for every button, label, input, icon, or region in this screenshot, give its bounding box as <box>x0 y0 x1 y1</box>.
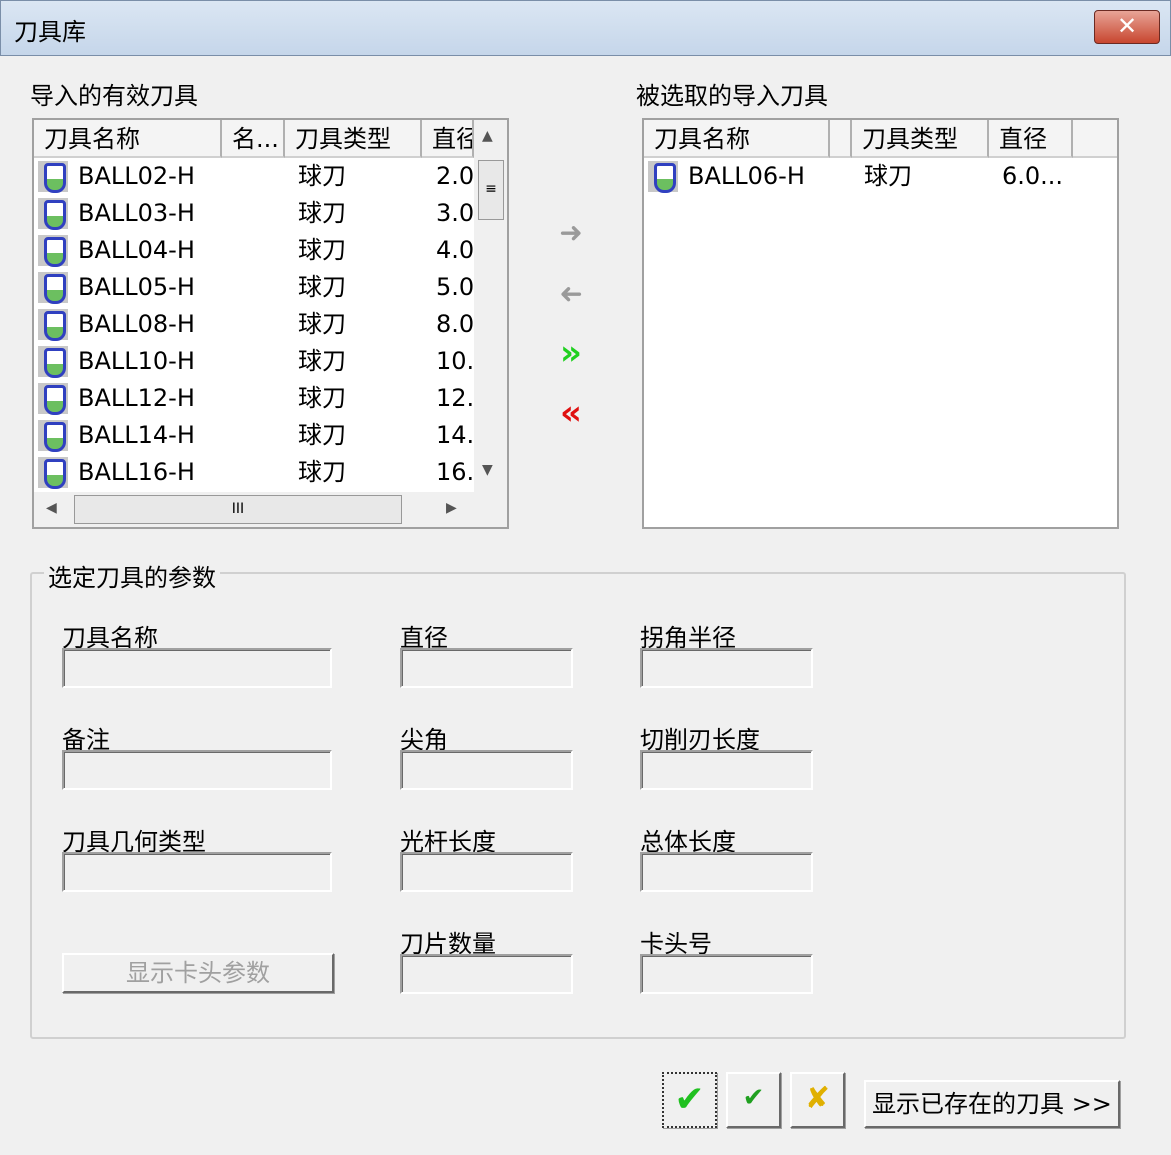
flute-count-field[interactable] <box>400 954 573 994</box>
cut-length-field[interactable] <box>640 750 813 790</box>
list-item[interactable]: BALL08-H 球刀 8.0 <box>34 306 474 343</box>
tool-diameter: 4.0 <box>436 236 475 264</box>
col-header-name[interactable]: 刀具名称 <box>644 120 830 158</box>
tool-name: BALL08-H <box>78 310 195 338</box>
tool-diameter: 6.0... <box>1002 162 1064 190</box>
col-header-name[interactable]: 刀具名称 <box>34 120 222 158</box>
list-item[interactable]: BALL16-H 球刀 16. <box>34 454 474 491</box>
scroll-thumb[interactable]: ≡ <box>478 160 504 220</box>
tool-type: 球刀 <box>298 458 346 486</box>
ball-tool-icon <box>38 272 68 304</box>
add-all-icon[interactable]: » <box>551 333 591 373</box>
apply-button[interactable]: ✔ <box>726 1072 781 1128</box>
tool-diameter: 5.0 <box>436 273 475 301</box>
ball-tool-icon <box>38 235 68 267</box>
ball-tool-icon <box>38 346 68 378</box>
list-item[interactable]: BALL14-H 球刀 14. <box>34 417 474 454</box>
tool-name: BALL03-H <box>78 199 195 227</box>
show-holder-params-button[interactable]: 显示卡头参数 <box>62 953 334 993</box>
list-item[interactable]: BALL03-H 球刀 3.0 <box>34 195 474 232</box>
vertical-scrollbar[interactable]: ▲ ≡ ▼ <box>474 120 507 492</box>
holder-no-field[interactable] <box>640 954 813 994</box>
scroll-down-icon[interactable]: ▼ <box>482 462 493 478</box>
tool-diameter: 16. <box>436 458 475 486</box>
selected-tools-list[interactable]: 刀具名称 刀具类型 直径 BALL06-H 球刀 6.0... <box>642 118 1119 529</box>
title-bar <box>0 0 1171 56</box>
ball-tool-icon <box>38 420 68 452</box>
tool-type: 球刀 <box>298 199 346 227</box>
tool-name: BALL16-H <box>78 458 195 486</box>
tool-type: 球刀 <box>864 162 912 190</box>
remove-all-icon[interactable]: « <box>551 393 591 433</box>
params-title: 选定刀具的参数 <box>44 558 220 593</box>
geometry-type-field[interactable] <box>62 852 332 892</box>
available-tools-list[interactable]: 刀具名称 名... 刀具类型 直径 BALL02-H 球刀 2.0 BALL03… <box>32 118 509 529</box>
tool-diameter: 8.0 <box>436 310 475 338</box>
list-item[interactable]: BALL02-H 球刀 2.0 <box>34 158 474 195</box>
col-header-diameter[interactable]: 直径 <box>989 120 1073 158</box>
tip-angle-field[interactable] <box>400 750 573 790</box>
scroll-right-icon[interactable]: ▶ <box>446 500 457 516</box>
horizontal-scrollbar[interactable]: ◀ III ▶ <box>34 492 507 527</box>
tool-name: BALL12-H <box>78 384 195 412</box>
ball-tool-icon <box>38 161 68 193</box>
check-icon: ✔ <box>674 1079 705 1120</box>
list-item[interactable]: BALL10-H 球刀 10. <box>34 343 474 380</box>
tool-name-field[interactable] <box>62 648 332 688</box>
close-button[interactable]: ✕ <box>1094 10 1160 44</box>
add-arrow-icon[interactable]: ➜ <box>551 216 591 249</box>
tool-type: 球刀 <box>298 347 346 375</box>
window-title: 刀具库 <box>14 18 86 46</box>
tool-diameter: 10. <box>436 347 475 375</box>
show-existing-tools-button[interactable]: 显示已存在的刀具 >> <box>864 1080 1120 1128</box>
corner-radius-field[interactable] <box>640 648 813 688</box>
scroll-left-icon[interactable]: ◀ <box>46 500 57 516</box>
ball-tool-icon <box>648 161 678 193</box>
ball-tool-icon <box>38 383 68 415</box>
tool-name: BALL06-H <box>688 162 805 190</box>
left-panel-title: 导入的有效刀具 <box>30 82 198 110</box>
tool-diameter: 3.0 <box>436 199 475 227</box>
tool-name: BALL10-H <box>78 347 195 375</box>
total-length-field[interactable] <box>640 852 813 892</box>
list-item[interactable]: BALL04-H 球刀 4.0 <box>34 232 474 269</box>
check-swap-icon: ✔ <box>742 1083 765 1113</box>
col-header-note[interactable]: 名... <box>222 120 285 158</box>
tool-type: 球刀 <box>298 273 346 301</box>
list-item[interactable]: BALL06-H 球刀 6.0... <box>644 158 1114 195</box>
tool-name: BALL04-H <box>78 236 195 264</box>
shank-length-field[interactable] <box>400 852 573 892</box>
tool-diameter: 12. <box>436 384 475 412</box>
list-item[interactable]: BALL05-H 球刀 5.0 <box>34 269 474 306</box>
tool-type: 球刀 <box>298 162 346 190</box>
col-header-empty <box>1073 120 1117 158</box>
remove-arrow-icon[interactable]: ➜ <box>551 277 591 310</box>
tool-diameter: 14. <box>436 421 475 449</box>
note-field[interactable] <box>62 750 332 790</box>
col-header-type[interactable]: 刀具类型 <box>852 120 989 158</box>
ball-tool-icon <box>38 198 68 230</box>
tool-type: 球刀 <box>298 384 346 412</box>
tool-name: BALL14-H <box>78 421 195 449</box>
tool-name: BALL05-H <box>78 273 195 301</box>
ball-tool-icon <box>38 457 68 489</box>
h-scroll-thumb[interactable]: III <box>74 495 402 524</box>
exit-icon: ✘ <box>804 1081 831 1116</box>
tool-type: 球刀 <box>298 310 346 338</box>
cancel-button[interactable]: ✘ <box>790 1072 845 1128</box>
diameter-field[interactable] <box>400 648 573 688</box>
col-header-note[interactable] <box>830 120 852 158</box>
tool-name: BALL02-H <box>78 162 195 190</box>
tool-type: 球刀 <box>298 421 346 449</box>
col-header-type[interactable]: 刀具类型 <box>285 120 422 158</box>
tool-diameter: 2.0 <box>436 162 475 190</box>
tool-type: 球刀 <box>298 236 346 264</box>
ok-button[interactable]: ✔ <box>662 1072 717 1128</box>
scroll-up-icon[interactable]: ▲ <box>482 128 493 144</box>
right-panel-title: 被选取的导入刀具 <box>636 82 828 110</box>
ball-tool-icon <box>38 309 68 341</box>
list-item[interactable]: BALL12-H 球刀 12. <box>34 380 474 417</box>
col-header-diameter[interactable]: 直径 <box>422 120 474 158</box>
